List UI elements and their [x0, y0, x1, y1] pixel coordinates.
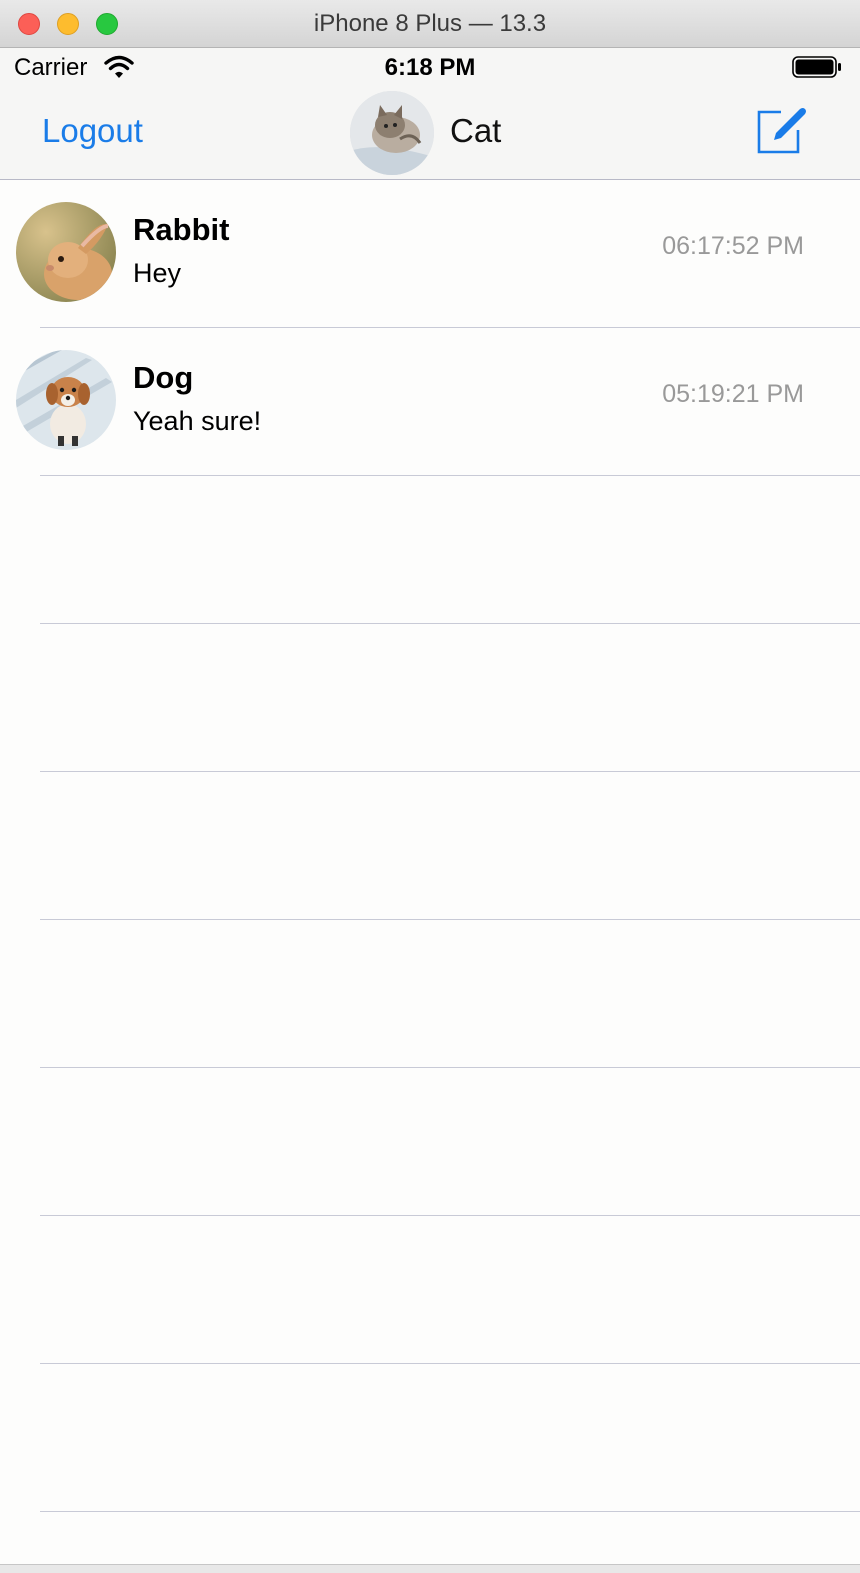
- empty-row: [0, 1068, 860, 1216]
- empty-row: [0, 920, 860, 1068]
- empty-row: [0, 1364, 860, 1512]
- simulator-title-bar: iPhone 8 Plus — 13.3: [0, 0, 860, 48]
- compose-icon[interactable]: [754, 104, 808, 156]
- ios-top-bars: Carrier 6:18 PM Logout Cat: [0, 48, 860, 180]
- conversation-row-rabbit[interactable]: Rabbit Hey 06:17:52 PM: [0, 180, 860, 328]
- conversation-row-dog[interactable]: Dog Yeah sure! 05:19:21 PM: [0, 328, 860, 476]
- empty-row: [0, 1216, 860, 1364]
- empty-row: [0, 624, 860, 772]
- empty-row: [0, 772, 860, 920]
- status-time: 6:18 PM: [384, 54, 476, 81]
- message-preview: Hey: [133, 258, 182, 288]
- logout-button[interactable]: Logout: [42, 112, 143, 150]
- cat-avatar[interactable]: [350, 91, 434, 175]
- contact-name: Rabbit: [133, 212, 230, 247]
- empty-row: [0, 476, 860, 624]
- message-time: 05:19:21 PM: [662, 380, 804, 408]
- conversation-list: Rabbit Hey 06:17:52 PM Dog Yeah sure! 05…: [0, 180, 860, 1512]
- message-preview: Yeah sure!: [133, 406, 262, 436]
- rabbit-avatar: [16, 202, 116, 302]
- row-separator: [40, 1511, 860, 1512]
- contact-name: Dog: [133, 360, 194, 395]
- nav-title: Cat: [450, 112, 502, 149]
- message-time: 06:17:52 PM: [662, 232, 804, 260]
- window-title: iPhone 8 Plus — 13.3: [313, 10, 547, 37]
- dog-avatar: [16, 350, 116, 450]
- battery-icon: [792, 56, 841, 78]
